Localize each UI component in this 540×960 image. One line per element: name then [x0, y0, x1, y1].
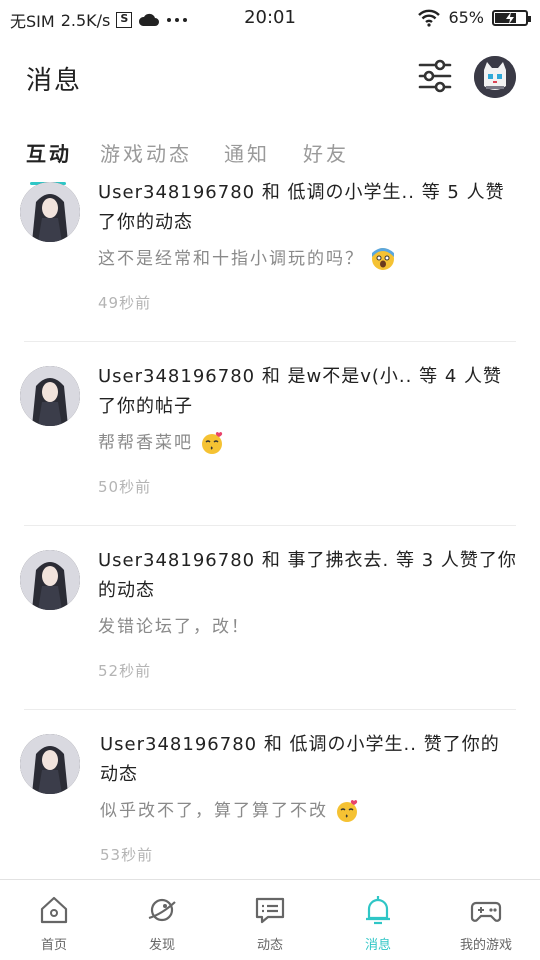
message-body: User348196780 和 事了拂衣去. 等 3 人赞了你的动态 发错论坛了…: [98, 546, 518, 681]
nav-feed[interactable]: 动态: [216, 880, 324, 960]
charging-bolt-icon: [506, 11, 514, 24]
avatar[interactable]: [20, 366, 80, 426]
list-item[interactable]: User348196780 和 低调の小学生.. 等 5 人赞了你的动态 这不是…: [0, 178, 540, 362]
kissing-face-emoji: [202, 432, 223, 454]
message-body: User348196780 和 低调の小学生.. 等 5 人赞了你的动态 这不是…: [98, 178, 518, 313]
user-avatar[interactable]: [474, 56, 516, 98]
pixel-cat-avatar-icon: [474, 56, 516, 98]
tab-game-activity[interactable]: 游戏动态: [100, 138, 192, 167]
battery-icon: [492, 9, 531, 26]
divider: [24, 525, 516, 526]
home-icon: [40, 896, 68, 924]
tab-bar: 互动 游戏动态 通知 好友: [0, 138, 540, 185]
comment-text: 这不是经常和十指小调玩的吗？: [98, 249, 364, 269]
bell-icon: [366, 896, 390, 925]
kissing-face-emoji: [337, 800, 358, 822]
nav-label: 我的游戏: [459, 938, 512, 953]
nav-label: 发现: [148, 938, 175, 953]
nav-label: 首页: [40, 938, 67, 953]
message-title: User348196780 和 是w不是v(小.. 等 4 人赞了你的帖子: [98, 366, 502, 417]
battery-percent: 65%: [448, 8, 484, 27]
header: 消息: [0, 52, 540, 104]
message-time: 53秒前: [100, 846, 154, 864]
page-title: 消息: [26, 66, 83, 96]
tab-friends[interactable]: 好友: [303, 138, 349, 167]
tab-interaction[interactable]: 互动: [26, 138, 72, 167]
message-comment: 这不是经常和十指小调玩的吗？: [98, 244, 518, 274]
avatar[interactable]: [20, 182, 80, 242]
message-comment: 发错论坛了，改！: [98, 612, 518, 642]
avatar[interactable]: [20, 550, 80, 610]
message-title: User348196780 和 低调の小学生.. 赞了你的动态: [100, 734, 500, 785]
anime-character-avatar-icon: [20, 182, 80, 242]
message-body: User348196780 和 是w不是v(小.. 等 4 人赞了你的帖子 帮帮…: [98, 362, 518, 497]
message-time: 49秒前: [98, 294, 152, 312]
message-title: User348196780 和 事了拂衣去. 等 3 人赞了你的动态: [98, 550, 517, 601]
divider: [24, 341, 516, 342]
message-time: 52秒前: [98, 662, 152, 680]
chat-bubble-icon: [255, 897, 285, 924]
bottom-nav: 首页 发现 动态 消息 我的游戏: [0, 879, 540, 960]
wifi-icon: [418, 9, 441, 27]
message-comment: 似乎改不了，算了算了不改: [100, 796, 518, 826]
tab-notifications[interactable]: 通知: [224, 138, 270, 167]
anime-character-avatar-icon: [20, 734, 80, 794]
shocked-face-emoji: [372, 248, 395, 270]
filter-settings-button[interactable]: [416, 58, 454, 94]
comment-text: 似乎改不了，算了算了不改: [100, 801, 328, 821]
comment-text: 帮帮香菜吧: [98, 433, 193, 453]
status-bar: 无SIM 2.5K/s S 20:01 65%: [0, 0, 540, 36]
discover-planet-icon: [148, 898, 176, 922]
nav-label: 动态: [256, 938, 283, 953]
nav-home[interactable]: 首页: [0, 880, 108, 960]
list-item[interactable]: User348196780 和 是w不是v(小.. 等 4 人赞了你的帖子 帮帮…: [0, 362, 540, 546]
message-body: User348196780 和 低调の小学生.. 赞了你的动态 似乎改不了，算了…: [100, 730, 518, 865]
divider: [24, 709, 516, 710]
nav-label: 消息: [364, 938, 391, 953]
list-item[interactable]: User348196780 和 事了拂衣去. 等 3 人赞了你的动态 发错论坛了…: [0, 546, 540, 730]
anime-character-avatar-icon: [20, 366, 80, 426]
sliders-icon: [418, 59, 452, 93]
gamepad-icon: [470, 901, 502, 922]
avatar[interactable]: [20, 734, 80, 794]
comment-text: 发错论坛了，改！: [98, 617, 250, 637]
anime-character-avatar-icon: [20, 550, 80, 610]
status-right: 65%: [418, 8, 531, 27]
message-title: User348196780 和 低调の小学生.. 等 5 人赞了你的动态: [98, 182, 505, 233]
nav-my-games[interactable]: 我的游戏: [432, 880, 540, 960]
nav-messages[interactable]: 消息: [324, 880, 432, 960]
message-comment: 帮帮香菜吧: [98, 428, 518, 458]
message-time: 50秒前: [98, 478, 152, 496]
nav-discover[interactable]: 发现: [108, 880, 216, 960]
